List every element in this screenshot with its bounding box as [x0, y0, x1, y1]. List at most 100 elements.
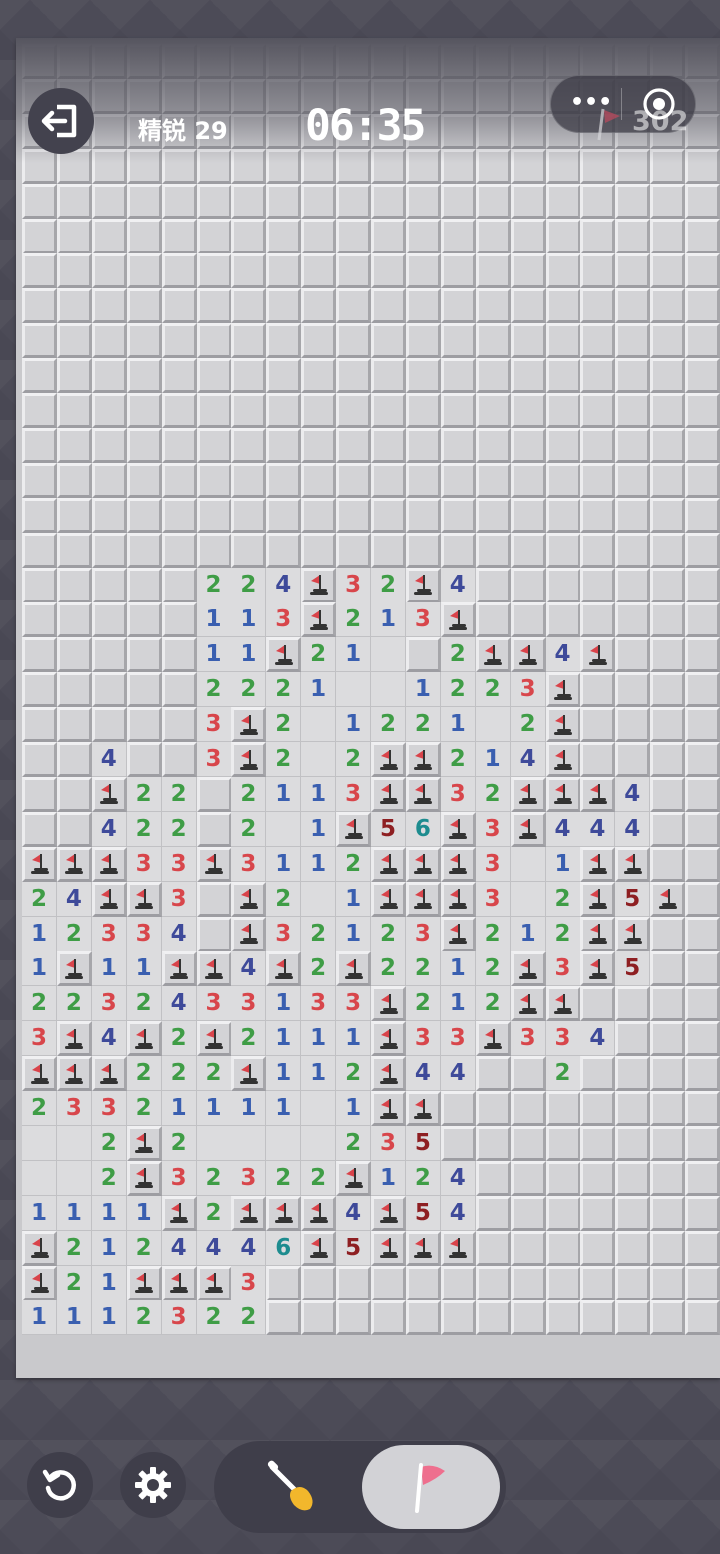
covered-cell[interactable] — [196, 916, 232, 952]
covered-cell[interactable] — [126, 427, 162, 463]
covered-cell[interactable] — [56, 811, 92, 847]
empty-cell[interactable] — [371, 637, 406, 673]
covered-cell[interactable] — [580, 1230, 616, 1266]
covered-cell[interactable] — [650, 1056, 686, 1092]
flagged-cell[interactable] — [266, 951, 302, 987]
covered-cell[interactable] — [161, 497, 197, 533]
covered-cell[interactable] — [650, 218, 686, 254]
covered-cell[interactable] — [22, 358, 57, 394]
number-cell[interactable]: 1 — [91, 1230, 127, 1266]
covered-cell[interactable] — [615, 183, 651, 219]
covered-cell[interactable] — [650, 1091, 686, 1126]
number-cell[interactable]: 2 — [336, 1056, 372, 1092]
covered-cell[interactable] — [56, 637, 92, 673]
flagged-cell[interactable] — [126, 1125, 162, 1161]
flagged-cell[interactable] — [580, 951, 616, 987]
covered-cell[interactable] — [371, 183, 406, 219]
covered-cell[interactable] — [371, 218, 406, 254]
number-cell[interactable]: 2 — [126, 1091, 162, 1126]
flagged-cell[interactable] — [22, 1230, 57, 1266]
covered-cell[interactable] — [650, 1265, 686, 1301]
number-cell[interactable]: 4 — [161, 916, 197, 952]
covered-cell[interactable] — [440, 1300, 476, 1336]
empty-cell[interactable] — [371, 672, 406, 708]
covered-cell[interactable] — [580, 707, 616, 743]
number-cell[interactable]: 2 — [301, 1160, 337, 1196]
covered-cell[interactable] — [161, 672, 197, 708]
covered-cell[interactable] — [440, 532, 476, 568]
covered-cell[interactable] — [405, 532, 441, 568]
covered-cell[interactable] — [126, 672, 162, 708]
covered-cell[interactable] — [56, 497, 92, 533]
number-cell[interactable]: 1 — [266, 986, 302, 1022]
covered-cell[interactable] — [266, 288, 302, 324]
number-cell[interactable]: 2 — [56, 916, 92, 952]
flagged-cell[interactable] — [301, 567, 337, 603]
flagged-cell[interactable] — [440, 916, 476, 952]
number-cell[interactable]: 2 — [440, 672, 476, 708]
covered-cell[interactable] — [371, 288, 406, 324]
number-cell[interactable]: 2 — [336, 1125, 372, 1161]
number-cell[interactable]: 2 — [126, 1300, 162, 1336]
covered-cell[interactable] — [580, 358, 616, 394]
covered-cell[interactable] — [126, 742, 162, 777]
covered-cell[interactable] — [650, 637, 686, 673]
covered-cell[interactable] — [685, 1160, 720, 1196]
covered-cell[interactable] — [615, 497, 651, 533]
covered-cell[interactable] — [301, 497, 337, 533]
number-cell[interactable]: 1 — [196, 637, 232, 673]
covered-cell[interactable] — [580, 497, 616, 533]
covered-cell[interactable] — [371, 358, 406, 394]
number-cell[interactable]: 2 — [231, 672, 267, 708]
covered-cell[interactable] — [615, 462, 651, 498]
number-cell[interactable]: 1 — [336, 1091, 372, 1126]
covered-cell[interactable] — [580, 1056, 616, 1092]
covered-cell[interactable] — [405, 323, 441, 359]
flagged-cell[interactable] — [440, 881, 476, 917]
covered-cell[interactable] — [161, 602, 197, 638]
empty-cell[interactable] — [266, 811, 302, 847]
covered-cell[interactable] — [91, 323, 127, 359]
covered-cell[interactable] — [615, 637, 651, 673]
covered-cell[interactable] — [161, 393, 197, 428]
covered-cell[interactable] — [650, 916, 686, 952]
covered-cell[interactable] — [440, 1265, 476, 1301]
covered-cell[interactable] — [440, 358, 476, 394]
number-cell[interactable]: 2 — [231, 1300, 267, 1336]
number-cell[interactable]: 1 — [440, 951, 476, 987]
number-cell[interactable]: 4 — [266, 567, 302, 603]
flagged-cell[interactable] — [440, 811, 476, 847]
number-cell[interactable]: 2 — [91, 1160, 127, 1196]
covered-cell[interactable] — [266, 532, 302, 568]
covered-cell[interactable] — [231, 323, 267, 359]
covered-cell[interactable] — [580, 323, 616, 359]
covered-cell[interactable] — [510, 1230, 546, 1266]
covered-cell[interactable] — [91, 393, 127, 428]
flagged-cell[interactable] — [510, 776, 546, 812]
number-cell[interactable]: 2 — [336, 602, 372, 638]
covered-cell[interactable] — [126, 218, 162, 254]
flagged-cell[interactable] — [405, 881, 441, 917]
covered-cell[interactable] — [440, 497, 476, 533]
covered-cell[interactable] — [650, 462, 686, 498]
number-cell[interactable]: 4 — [440, 567, 476, 603]
covered-cell[interactable] — [161, 288, 197, 324]
number-cell[interactable]: 2 — [56, 1230, 92, 1266]
covered-cell[interactable] — [56, 253, 92, 289]
number-cell[interactable]: 2 — [545, 881, 581, 917]
covered-cell[interactable] — [580, 393, 616, 428]
covered-cell[interactable] — [685, 811, 720, 847]
covered-cell[interactable] — [545, 1125, 581, 1161]
flagged-cell[interactable] — [440, 1230, 476, 1266]
covered-cell[interactable] — [56, 776, 92, 812]
covered-cell[interactable] — [91, 358, 127, 394]
empty-cell[interactable] — [301, 707, 337, 743]
covered-cell[interactable] — [475, 1265, 511, 1301]
flagged-cell[interactable] — [91, 1056, 127, 1092]
covered-cell[interactable] — [56, 358, 92, 394]
flagged-cell[interactable] — [336, 811, 372, 847]
covered-cell[interactable] — [266, 1265, 302, 1301]
covered-cell[interactable] — [440, 1125, 476, 1161]
number-cell[interactable]: 2 — [371, 951, 406, 987]
covered-cell[interactable] — [266, 218, 302, 254]
